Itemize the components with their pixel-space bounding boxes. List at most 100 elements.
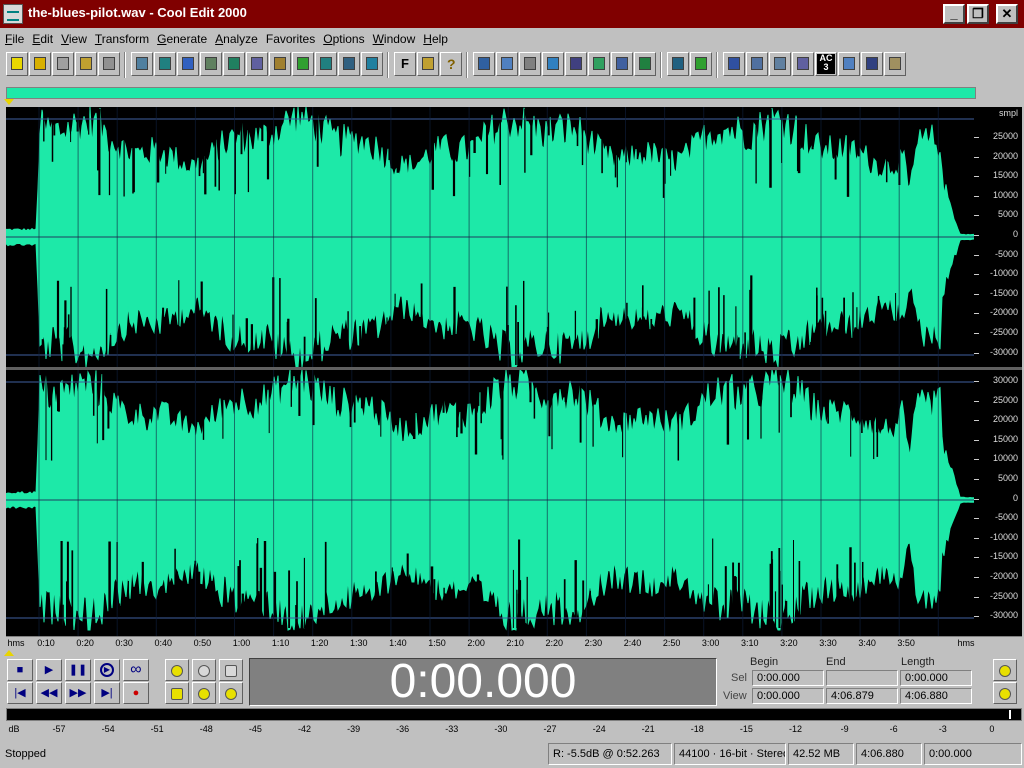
adjust-button[interactable] bbox=[473, 52, 495, 76]
menu-mnemonic: W bbox=[372, 32, 384, 46]
status-size: 42.52 MB bbox=[788, 743, 854, 765]
close-file-button[interactable] bbox=[98, 52, 120, 76]
zoom-full-button[interactable] bbox=[219, 659, 243, 681]
back-button[interactable] bbox=[496, 52, 518, 76]
scale-label: -20000 bbox=[989, 307, 1018, 318]
play-to-end-button[interactable]: ▶ bbox=[94, 659, 120, 681]
sel-length-field[interactable]: 0:00.000 bbox=[900, 670, 972, 686]
menu-file[interactable]: File bbox=[2, 30, 27, 48]
zoom-right-button[interactable] bbox=[219, 682, 243, 704]
menu-label: nalyze bbox=[223, 32, 258, 46]
cursor-marker-top[interactable] bbox=[4, 99, 14, 105]
silence-button[interactable] bbox=[519, 52, 541, 76]
help-button[interactable]: ? bbox=[440, 52, 462, 76]
copy-button[interactable] bbox=[223, 52, 245, 76]
amplify-button[interactable] bbox=[338, 52, 360, 76]
menu-analyze[interactable]: Analyze bbox=[212, 30, 261, 48]
zoom-out-vertical-button[interactable] bbox=[993, 682, 1017, 704]
record-button[interactable]: ● bbox=[123, 682, 149, 704]
spectral-button[interactable] bbox=[667, 52, 689, 76]
insert-button[interactable] bbox=[292, 52, 314, 76]
sel-begin-field[interactable]: 0:00.000 bbox=[752, 670, 824, 686]
stop-button[interactable]: ■ bbox=[7, 659, 33, 681]
tuning-fork-button[interactable] bbox=[861, 52, 883, 76]
toolbar-separator bbox=[466, 52, 468, 78]
sel-end-field[interactable] bbox=[826, 670, 898, 686]
rewind-button[interactable]: ◀◀ bbox=[36, 682, 62, 704]
script-button[interactable] bbox=[417, 52, 439, 76]
cursor-marker-bottom[interactable] bbox=[4, 650, 14, 656]
menu-favorites[interactable]: Favorites bbox=[263, 30, 318, 48]
noise-button[interactable] bbox=[588, 52, 610, 76]
repeat-button[interactable] bbox=[154, 52, 176, 76]
level-label: -18 bbox=[690, 724, 704, 734]
waveform-canvas[interactable] bbox=[6, 107, 974, 636]
cut-button[interactable] bbox=[246, 52, 268, 76]
menu-options[interactable]: Options bbox=[320, 30, 367, 48]
phase-button[interactable] bbox=[542, 52, 564, 76]
undo-button[interactable] bbox=[131, 52, 153, 76]
app-icon[interactable] bbox=[3, 4, 23, 24]
goto-start-button[interactable]: |◀ bbox=[7, 682, 33, 704]
save-as-button[interactable] bbox=[75, 52, 97, 76]
time-label: 0:30 bbox=[115, 638, 133, 648]
zoom-in-horizontal-button[interactable] bbox=[165, 659, 189, 681]
zoom-in-vertical-button[interactable] bbox=[993, 659, 1017, 681]
menu-window[interactable]: Window bbox=[370, 30, 419, 48]
loop-button[interactable] bbox=[177, 52, 199, 76]
menu-generate[interactable]: Generate bbox=[154, 30, 210, 48]
filter-icon bbox=[616, 57, 628, 70]
mix-paste-button[interactable] bbox=[200, 52, 222, 76]
transform-button[interactable] bbox=[361, 52, 383, 76]
new-file-button[interactable] bbox=[6, 52, 28, 76]
magnet-button[interactable] bbox=[746, 52, 768, 76]
wave-button[interactable] bbox=[838, 52, 860, 76]
amplitude-scale: smpl 25000 20000 15000 10000 5000 0 -5000 -10000… bbox=[974, 107, 1022, 636]
note-button[interactable] bbox=[884, 52, 906, 76]
pause-button[interactable]: ❚❚ bbox=[65, 659, 91, 681]
play-button[interactable]: ▶ bbox=[36, 659, 62, 681]
goto-end-button[interactable]: ▶| bbox=[94, 682, 120, 704]
close-button[interactable]: ✕ bbox=[996, 4, 1018, 24]
scale-tick bbox=[974, 176, 979, 178]
zoom-selection-button[interactable] bbox=[165, 682, 189, 704]
sample-rate-button[interactable] bbox=[723, 52, 745, 76]
grid-button[interactable] bbox=[690, 52, 712, 76]
envelope-button[interactable] bbox=[315, 52, 337, 76]
save-button[interactable] bbox=[52, 52, 74, 76]
begin-header: Begin bbox=[750, 656, 779, 668]
view-length-field[interactable]: 4:06.880 bbox=[900, 688, 972, 704]
menu-label: ptions bbox=[332, 32, 365, 46]
channel-divider[interactable] bbox=[6, 367, 1022, 370]
zoom-out-horizontal-button[interactable] bbox=[192, 659, 216, 681]
stretch-icon bbox=[570, 57, 582, 70]
menu-help[interactable]: Help bbox=[420, 30, 451, 48]
waveform-display[interactable] bbox=[6, 107, 974, 636]
menu-transform[interactable]: Transform bbox=[92, 30, 152, 48]
zoom-left-button[interactable] bbox=[192, 682, 216, 704]
graph-button[interactable] bbox=[634, 52, 656, 76]
minimize-button[interactable]: _ bbox=[943, 4, 965, 24]
overview-bar[interactable] bbox=[6, 87, 976, 99]
scale-label: -25000 bbox=[989, 327, 1018, 337]
ac3-button[interactable]: AC 3 bbox=[815, 52, 837, 76]
scale-label: -30000 bbox=[989, 346, 1018, 357]
favorite-f-button[interactable]: F bbox=[394, 52, 416, 76]
scale-tick bbox=[974, 333, 979, 334]
level-scale: dB -57 -54 -51 -48 -45 -42 -39 -36 -33 -30 -27 -24 -2… bbox=[6, 722, 1022, 736]
waveform-button[interactable] bbox=[769, 52, 791, 76]
loop-button[interactable]: ∞ bbox=[123, 659, 149, 681]
maximize-button[interactable]: ❐ bbox=[967, 4, 989, 24]
view-begin-field[interactable]: 0:00.000 bbox=[752, 688, 824, 704]
filter-button[interactable] bbox=[611, 52, 633, 76]
stretch-button[interactable] bbox=[565, 52, 587, 76]
paste-button[interactable] bbox=[269, 52, 291, 76]
meter-button[interactable] bbox=[792, 52, 814, 76]
menu-edit[interactable]: Edit bbox=[29, 30, 56, 48]
menu-view[interactable]: View bbox=[58, 30, 90, 48]
time-ruler[interactable]: hms 0:10 0:20 0:30 0:40 0:50 1:00 1:10 1:20 1:30 1… bbox=[6, 636, 1022, 651]
scale-label: 10000 bbox=[992, 189, 1018, 200]
open-folder-button[interactable] bbox=[29, 52, 51, 76]
fast-forward-button[interactable]: ▶▶ bbox=[65, 682, 91, 704]
view-end-field[interactable]: 4:06.879 bbox=[826, 688, 898, 704]
